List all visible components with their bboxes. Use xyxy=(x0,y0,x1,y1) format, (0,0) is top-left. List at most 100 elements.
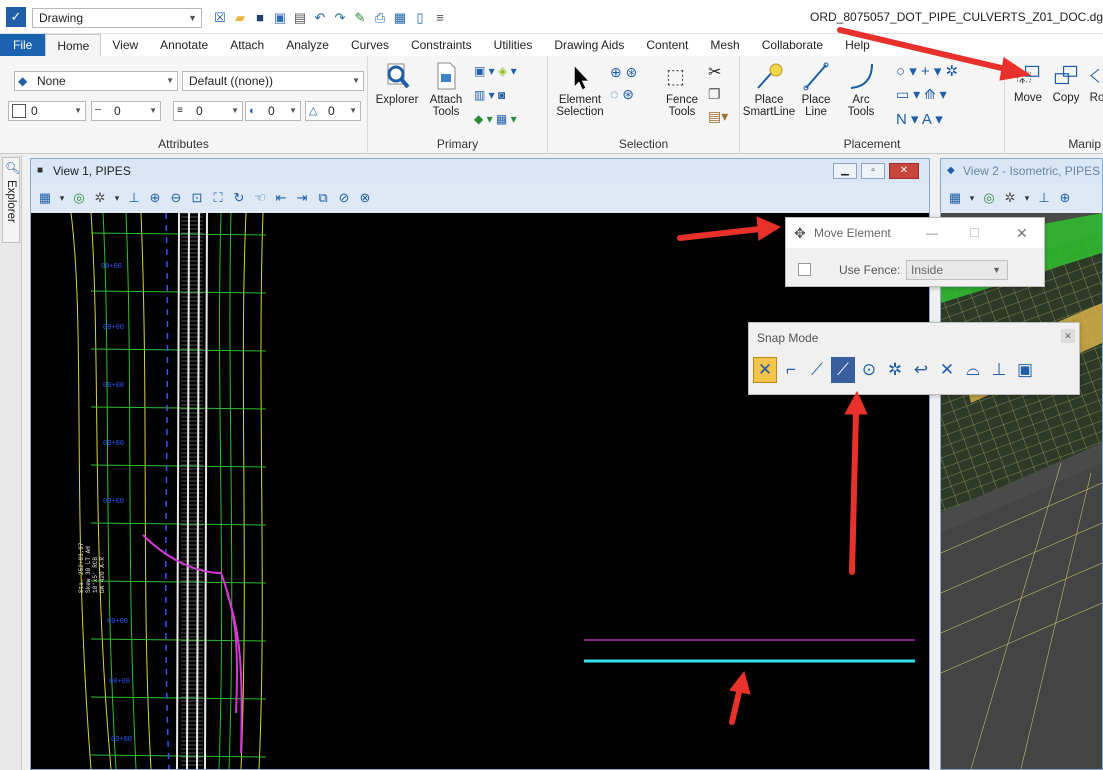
bisector-snap-icon[interactable]: ↩ xyxy=(909,357,933,383)
window-area-icon[interactable]: ⊡ xyxy=(189,190,205,206)
tab-annotate[interactable]: Annotate xyxy=(149,34,219,56)
update-icon[interactable]: ⊥ xyxy=(126,190,142,206)
style-combo[interactable]: Default ((none)) ▼ xyxy=(182,71,364,91)
fence-tools-button[interactable]: Fence Tools xyxy=(654,94,710,118)
references-icon[interactable]: ▥ ▾ ◙ xyxy=(474,88,505,102)
save-icon[interactable]: ■ xyxy=(252,10,268,26)
explorer-tab[interactable]: 🔍︎ Explorer xyxy=(2,157,20,243)
weight-combo[interactable]: ≡ 0 ▼ xyxy=(173,101,243,121)
lighting-icon[interactable]: ✲ xyxy=(1002,190,1018,206)
view-attributes-icon[interactable]: ▦ xyxy=(37,190,53,206)
view-attributes-icon[interactable]: ▦ xyxy=(947,190,963,206)
dropdown-icon[interactable]: ☒ xyxy=(212,10,228,26)
close-button[interactable]: ✕ xyxy=(1061,329,1075,343)
attach-tools-button[interactable]: Attach Tools xyxy=(424,60,468,118)
tab-collaborate[interactable]: Collaborate xyxy=(751,34,834,56)
compress-icon[interactable]: ▤ xyxy=(292,10,308,26)
copy-button[interactable]: Copy xyxy=(1049,64,1083,104)
open-folder-icon[interactable]: ▰ xyxy=(232,10,248,26)
maximize-button[interactable]: ▫ xyxy=(861,163,885,179)
origin-snap-icon[interactable]: ✲ xyxy=(883,357,907,383)
minimize-button[interactable]: ▁ xyxy=(833,163,857,179)
priority-combo[interactable]: △ 0 ▼ xyxy=(305,101,361,121)
select-mode-icons[interactable]: ⊕ ⊛ xyxy=(610,64,637,81)
previous-view-icon[interactable]: ⇤ xyxy=(273,190,289,206)
models-icon[interactable]: ▣ ▾ ◈ ▾ xyxy=(474,64,517,78)
zoom-in-icon[interactable]: ⊕ xyxy=(147,190,163,206)
zoom-in-icon[interactable]: ⊕ xyxy=(1057,190,1073,206)
move-button[interactable]: Move xyxy=(1011,64,1045,104)
redo-icon[interactable]: ↷ xyxy=(332,10,348,26)
document-icon[interactable]: ▯ xyxy=(412,10,428,26)
perpendicular-snap-icon[interactable]: ⊥ xyxy=(987,357,1011,383)
use-fence-checkbox[interactable] xyxy=(798,263,811,276)
levels-icon[interactable]: ◆ ▾ ▦ ▾ xyxy=(474,112,517,126)
close-button[interactable]: ✕ xyxy=(1016,218,1028,248)
tab-drawing-aids[interactable]: Drawing Aids xyxy=(543,34,635,56)
fit-view-icon[interactable]: ⛶ xyxy=(210,190,226,206)
copy-view-icon[interactable]: ⧉ xyxy=(315,190,331,206)
arc-tools-button[interactable]: Arc Tools xyxy=(838,60,884,118)
chevron-down-icon[interactable]: ▾ xyxy=(968,190,976,206)
cut-icon[interactable]: ✂ xyxy=(708,62,721,82)
circle-icon[interactable]: ○ ▾ + ▾ ✲ xyxy=(896,62,958,80)
tab-attach[interactable]: Attach xyxy=(219,34,275,56)
tab-home[interactable]: Home xyxy=(45,34,102,56)
view2-canvas[interactable] xyxy=(941,213,1102,769)
tab-help[interactable]: Help xyxy=(834,34,881,56)
display-style-icon[interactable]: ◎ xyxy=(981,190,997,206)
tab-constraints[interactable]: Constraints xyxy=(400,34,483,56)
paste-icon[interactable]: ▤▾ xyxy=(708,108,728,125)
fence-mode-select[interactable]: Inside ▼ xyxy=(906,260,1008,280)
clip-volume-icon[interactable]: ⊘ xyxy=(336,190,352,206)
tangent-snap-icon[interactable]: ⌓ xyxy=(961,357,985,383)
select-invert-icons[interactable]: ◌ ⊛ xyxy=(610,86,634,103)
tab-curves[interactable]: Curves xyxy=(340,34,400,56)
copy-icon[interactable]: ❐ xyxy=(708,86,721,103)
place-smartline-button[interactable]: Place SmartLine xyxy=(742,60,796,118)
transparency-combo[interactable]: ◐ 0 ▼ xyxy=(245,101,301,121)
linestyle-combo[interactable]: ┄ 0 ▼ xyxy=(91,101,161,121)
shape-icon[interactable]: ▭ ▾ ⟰ ▾ xyxy=(896,86,947,103)
snap-off-icon[interactable]: ✕ xyxy=(753,357,777,383)
view1-canvas[interactable]: Sta. 252+83.97 Skew 30 LT AH 10'x5' RCB … xyxy=(31,213,929,769)
center-snap-icon[interactable]: ⊙ xyxy=(857,357,881,383)
view-icon[interactable]: ▦ xyxy=(392,10,408,26)
undo-icon[interactable]: ↶ xyxy=(312,10,328,26)
lighting-icon[interactable]: ✲ xyxy=(92,190,108,206)
place-line-button[interactable]: Place Line xyxy=(798,60,834,118)
rotate-view-icon[interactable]: ↻ xyxy=(231,190,247,206)
rotate-button[interactable]: Ro xyxy=(1087,64,1103,104)
minimize-button[interactable]: — xyxy=(926,218,938,248)
save-settings-icon[interactable]: ▣ xyxy=(272,10,288,26)
tab-content[interactable]: Content xyxy=(635,34,699,56)
camera-icon[interactable]: ⊗ xyxy=(357,190,373,206)
print-icon[interactable]: ⎙ xyxy=(372,10,388,26)
chevron-down-icon[interactable]: ▾ xyxy=(58,190,66,206)
chevron-down-icon[interactable]: ▾ xyxy=(1023,190,1031,206)
intersection-snap-icon[interactable]: ✕ xyxy=(935,357,959,383)
next-view-icon[interactable]: ⇥ xyxy=(294,190,310,206)
customize-icon[interactable]: ≡ xyxy=(432,10,448,26)
close-button[interactable]: ✕ xyxy=(889,163,919,179)
level-combo[interactable]: ◆ None ▼ xyxy=(14,71,178,91)
through-point-snap-icon[interactable]: ▣ xyxy=(1013,357,1037,383)
color-combo[interactable]: 0 ▼ xyxy=(8,101,86,121)
element-selection-button[interactable]: Element Selection xyxy=(552,64,608,118)
tab-utilities[interactable]: Utilities xyxy=(483,34,544,56)
update-icon[interactable]: ⊥ xyxy=(1036,190,1052,206)
nearest-snap-icon[interactable]: ⟋ xyxy=(831,357,855,383)
tab-file[interactable]: File xyxy=(0,34,46,56)
workspace-select[interactable]: Drawing ▼ xyxy=(32,8,202,28)
explorer-button[interactable]: Explorer xyxy=(372,60,422,106)
display-style-icon[interactable]: ◎ xyxy=(71,190,87,206)
tab-view[interactable]: View xyxy=(101,34,149,56)
chevron-down-icon[interactable]: ▾ xyxy=(113,190,121,206)
tab-mesh[interactable]: Mesh xyxy=(699,34,750,56)
tab-analyze[interactable]: Analyze xyxy=(275,34,340,56)
midpoint-snap-icon[interactable]: ⟋ xyxy=(805,357,829,383)
fence-rect-icon[interactable]: ⬚ xyxy=(666,64,685,89)
text-icon[interactable]: N ▾ A ▾ xyxy=(896,110,943,128)
maximize-button[interactable]: ☐ xyxy=(969,218,980,248)
pin-icon[interactable]: ✎ xyxy=(352,10,368,26)
